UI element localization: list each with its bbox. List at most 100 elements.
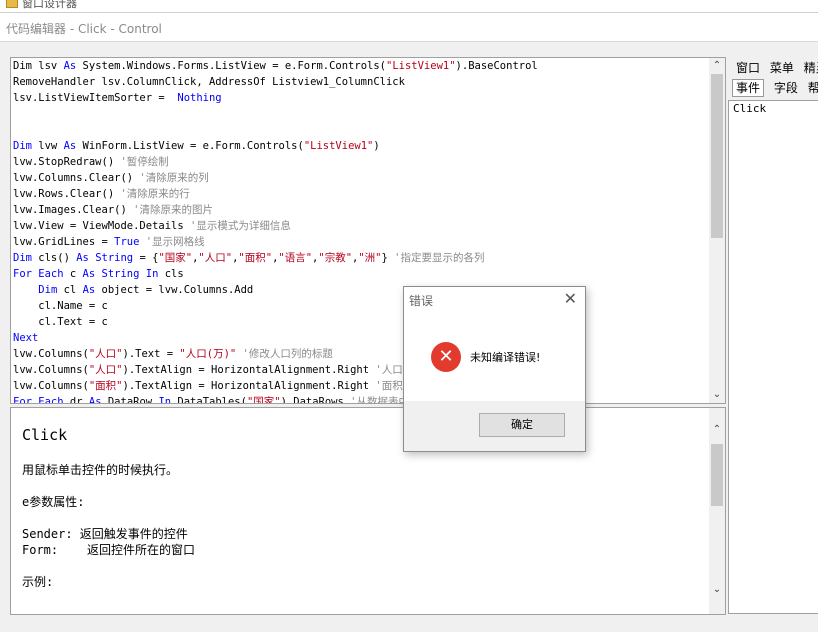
help-line: [22, 558, 195, 574]
error-dialog: 错误 ✕ ✕ 未知编译错误! 确定: [403, 286, 586, 452]
tab-fields[interactable]: 字段: [774, 81, 798, 95]
code-token: Nothing: [177, 92, 222, 104]
help-panel: Click 用鼠标单击控件的时候执行。 e参数属性: Sender: 返回触发事…: [10, 407, 726, 615]
event-list[interactable]: Click: [728, 100, 818, 614]
code-token: "宗教": [318, 252, 353, 264]
code-line[interactable]: lvw.View = ViewMode.Details '显示模式为详细信息: [13, 218, 538, 234]
code-token: cl.Text = c: [13, 316, 108, 328]
code-token: '清除原来的图片: [126, 204, 213, 216]
code-token: ).Text =: [122, 348, 180, 360]
code-token: As: [88, 396, 102, 404]
scroll-down-icon[interactable]: ⌄: [709, 387, 725, 403]
close-icon[interactable]: ✕: [564, 289, 577, 308]
code-token: lsv.ListViewItemSorter =: [13, 92, 178, 104]
help-line: [22, 510, 195, 526]
code-token: As String: [76, 252, 134, 264]
code-token: "国家": [246, 396, 281, 404]
code-token: "面积": [238, 252, 273, 264]
tab-menu[interactable]: 菜单: [770, 61, 794, 75]
code-token: ).BaseControl: [455, 60, 538, 72]
help-scrollbar[interactable]: ⌃ ⌄: [709, 408, 725, 614]
code-line[interactable]: For Each c As String In cls: [13, 266, 538, 282]
tab-wizard[interactable]: 精灵: [804, 61, 818, 75]
code-token: As: [63, 60, 77, 72]
code-line[interactable]: RemoveHandler lsv.ColumnClick, AddressOf…: [13, 74, 538, 90]
code-line[interactable]: lvw.Columns.Clear() '清除原来的列: [13, 170, 538, 186]
code-token: lvw.Columns(: [13, 364, 89, 376]
dialog-footer: 确定: [404, 401, 585, 451]
code-token: = {: [133, 252, 159, 264]
code-token: As: [82, 284, 96, 296]
scroll-up-icon[interactable]: ⌃: [709, 422, 725, 438]
ok-button[interactable]: 确定: [479, 413, 565, 437]
help-line: 用鼠标单击控件的时候执行。: [22, 463, 179, 477]
code-line[interactable]: [13, 122, 538, 138]
code-token: ): [373, 140, 380, 152]
code-token: DataTables(: [171, 396, 247, 404]
code-line[interactable]: lvw.StopRedraw() '暂停绘制: [13, 154, 538, 170]
code-token: '暂停绘制: [114, 156, 169, 168]
error-icon: ✕: [431, 342, 461, 372]
code-token: "人口": [198, 252, 233, 264]
help-line: Sender: 返回触发事件的控件: [22, 527, 188, 541]
tab-help[interactable]: 帮助: [808, 81, 818, 95]
code-token: Next: [13, 332, 39, 344]
scroll-thumb[interactable]: [711, 444, 723, 506]
code-token: "面积": [88, 380, 123, 392]
app-icon: [6, 0, 18, 8]
scroll-down-icon[interactable]: ⌄: [709, 582, 725, 598]
scroll-thumb[interactable]: [711, 74, 723, 238]
editor-title: 代码编辑器 - Click - Control: [6, 22, 162, 36]
code-token: As: [63, 140, 77, 152]
code-token: "ListView1": [386, 60, 456, 72]
tab-events[interactable]: 事件: [732, 79, 765, 97]
code-editor[interactable]: Dim lsv As System.Windows.Forms.ListView…: [10, 57, 726, 404]
code-line[interactable]: lvw.Rows.Clear() '清除原来的行: [13, 186, 538, 202]
code-token: DataRow: [101, 396, 159, 404]
code-token: lvw.Columns.Clear(): [13, 172, 134, 184]
dialog-title: 错误: [409, 294, 434, 308]
code-token: For Each: [13, 396, 64, 404]
code-token: lvw: [31, 140, 64, 152]
code-token: "语言": [278, 252, 313, 264]
right-panel: 窗口 菜单 精灵 事件 字段 帮助 Click: [728, 55, 818, 615]
code-token: '修改人口列的标题: [236, 348, 333, 360]
code-line[interactable]: [13, 106, 538, 122]
code-token: ).TextAlign = HorizontalAlignment.Right: [122, 380, 370, 392]
list-item[interactable]: Click: [729, 101, 818, 116]
code-token: lvw.Columns(: [13, 380, 89, 392]
code-line[interactable]: Dim lsv As System.Windows.Forms.ListView…: [13, 58, 538, 74]
code-token: lvw.Rows.Clear(): [13, 188, 115, 200]
code-scrollbar[interactable]: ⌃ ⌄: [709, 58, 725, 403]
code-token: lvw.View = ViewMode.Details: [13, 220, 184, 232]
code-line[interactable]: lsv.ListViewItemSorter = Nothing: [13, 90, 538, 106]
code-token: '从数据表中: [343, 396, 409, 404]
code-token: WinForm.ListView = e.Form.Controls(: [76, 140, 304, 152]
code-line[interactable]: Dim cls() As String = {"国家","人口","面积","语…: [13, 250, 538, 266]
code-line[interactable]: lvw.Images.Clear() '清除原来的图片: [13, 202, 538, 218]
help-line: [22, 478, 195, 494]
code-token: Dim: [38, 284, 58, 296]
code-line[interactable]: lvw.GridLines = True '显示网格线: [13, 234, 538, 250]
code-token: lvw.Columns(: [13, 348, 89, 360]
code-token: "洲": [358, 252, 382, 264]
code-token: "ListView1": [303, 140, 374, 152]
code-token: object = lvw.Columns.Add: [95, 284, 254, 296]
code-token: cls(): [31, 252, 77, 264]
code-token: '清除原来的行: [114, 188, 190, 200]
code-token: In: [158, 396, 172, 404]
code-line[interactable]: Dim lvw As WinForm.ListView = e.Form.Con…: [13, 138, 538, 154]
code-token: For Each: [13, 268, 64, 280]
code-token: Dim lsv: [13, 60, 64, 72]
code-token: "人口": [88, 364, 123, 376]
code-token: lvw.Images.Clear(): [13, 204, 127, 216]
scroll-up-icon[interactable]: ⌃: [709, 58, 725, 74]
app-title: 窗口设计器: [22, 0, 77, 10]
code-token: dr: [63, 396, 89, 404]
code-token: '指定要显示的各列: [387, 252, 485, 264]
code-token: lvw.GridLines =: [13, 236, 115, 248]
tab-window[interactable]: 窗口: [736, 61, 760, 75]
code-token: '显示网格线: [139, 236, 205, 248]
editor-titlebar: 代码编辑器 - Click - Control: [0, 13, 818, 42]
